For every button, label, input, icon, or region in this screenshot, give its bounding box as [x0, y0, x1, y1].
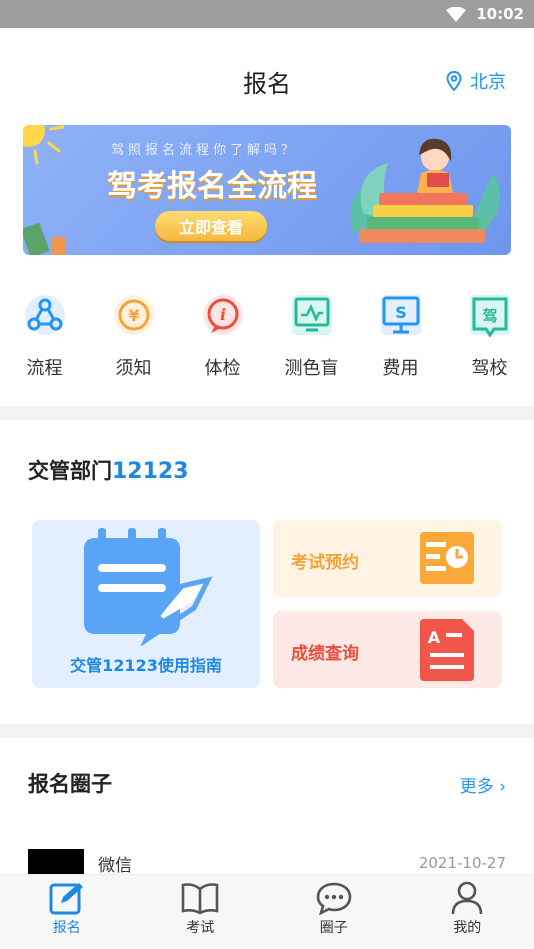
score-query-card[interactable]: 成绩查询 A — [273, 611, 502, 688]
checkup-icon: i — [198, 290, 248, 340]
quick-item-checkup[interactable]: i 体检 — [178, 290, 267, 390]
tab-label: 考试 — [186, 920, 215, 936]
status-time: 10:02 — [476, 5, 524, 23]
bottom-tab-bar: 报名 考试 圈子 我的 — [0, 874, 534, 949]
colorblind-test-icon — [287, 290, 337, 340]
exam-booking-card[interactable]: 考试预约 — [273, 520, 502, 597]
svg-text:S: S — [395, 303, 407, 322]
section-divider — [0, 724, 534, 738]
post-author: 微信 — [98, 855, 132, 876]
quick-item-label: 流程 — [26, 358, 63, 379]
quick-item-fee[interactable]: S 费用 — [356, 290, 445, 390]
traffic-section-title: 交管部门12123 — [28, 455, 189, 485]
avatar — [28, 849, 84, 877]
banner-title: 驾考报名全流程 — [107, 169, 317, 204]
quick-item-notice[interactable]: ¥ 须知 — [89, 290, 178, 390]
section-divider — [0, 406, 534, 420]
score-badge: A — [428, 628, 441, 647]
quick-item-label: 驾校 — [471, 358, 508, 379]
banner-subtitle: 驾照报名流程你了解吗？ — [111, 143, 299, 158]
svg-text:驾: 驾 — [482, 307, 497, 325]
header: 报名 北京 — [0, 28, 534, 126]
city-label: 北京 — [470, 72, 506, 93]
circle-section-title: 报名圈子 — [28, 772, 112, 796]
svg-text:¥: ¥ — [128, 306, 139, 325]
quick-item-label: 费用 — [382, 358, 419, 379]
status-bar: 10:02 — [0, 0, 534, 28]
tab-signup[interactable]: 报名 — [0, 875, 134, 949]
more-label: 更多 — [459, 777, 494, 797]
edit-icon — [49, 883, 83, 915]
score-query-label: 成绩查询 — [291, 644, 359, 664]
guide-card-label: 交管12123使用指南 — [70, 656, 222, 675]
wifi-icon — [446, 6, 467, 22]
driving-school-icon: 驾 — [465, 290, 515, 340]
banner[interactable]: 驾照报名流程你了解吗？ 驾考报名全流程 立即查看 — [23, 125, 511, 255]
process-icon — [20, 290, 70, 340]
fee-icon: S — [376, 290, 426, 340]
traffic-title-text: 交管部门 — [28, 459, 112, 483]
quick-item-colorblind[interactable]: 测色盲 — [267, 290, 356, 390]
tab-label: 我的 — [453, 920, 482, 936]
quick-item-label: 体检 — [204, 358, 241, 379]
reading-girl-illustration — [350, 138, 501, 243]
calendar-clock-icon — [420, 532, 474, 584]
signup-page: 10:02 报名 北京 驾照报名流程你了解吗？ 驾考报名全流程 立即查看 流程 … — [0, 0, 534, 949]
notice-icon: ¥ — [109, 290, 159, 340]
svg-text:i: i — [219, 305, 225, 324]
quick-item-process[interactable]: 流程 — [0, 290, 89, 390]
chat-bubble-icon — [316, 882, 352, 915]
quick-entry-row: 流程 ¥ 须知 i 体检 测色盲 S 费用 驾 驾校 — [0, 290, 534, 390]
tab-label: 报名 — [52, 920, 81, 936]
guide-card[interactable]: 交管12123使用指南 — [32, 520, 260, 688]
post-date: 2021-10-27 — [418, 854, 506, 872]
quick-item-label: 须知 — [115, 358, 152, 379]
pencil-icon — [23, 222, 65, 255]
quick-item-school[interactable]: 驾 驾校 — [445, 290, 534, 390]
traffic-title-number: 12123 — [112, 459, 189, 484]
score-document-icon: A — [420, 619, 474, 681]
tab-circle[interactable]: 圈子 — [267, 875, 401, 949]
sun-icon — [23, 125, 65, 165]
quick-item-label: 测色盲 — [284, 358, 339, 379]
more-link[interactable]: 更多 › — [460, 772, 506, 797]
tab-label: 圈子 — [319, 920, 348, 936]
chevron-right-icon: › — [499, 777, 506, 797]
notepad-pen-icon — [84, 528, 213, 646]
exam-booking-label: 考试预约 — [291, 553, 359, 573]
city-selector[interactable]: 北京 — [446, 68, 506, 94]
location-pin-icon — [446, 71, 462, 91]
tab-exam[interactable]: 考试 — [134, 875, 268, 949]
view-now-button[interactable]: 立即查看 — [155, 211, 267, 241]
user-icon — [451, 881, 483, 915]
tab-mine[interactable]: 我的 — [401, 875, 534, 949]
book-icon — [181, 883, 219, 915]
